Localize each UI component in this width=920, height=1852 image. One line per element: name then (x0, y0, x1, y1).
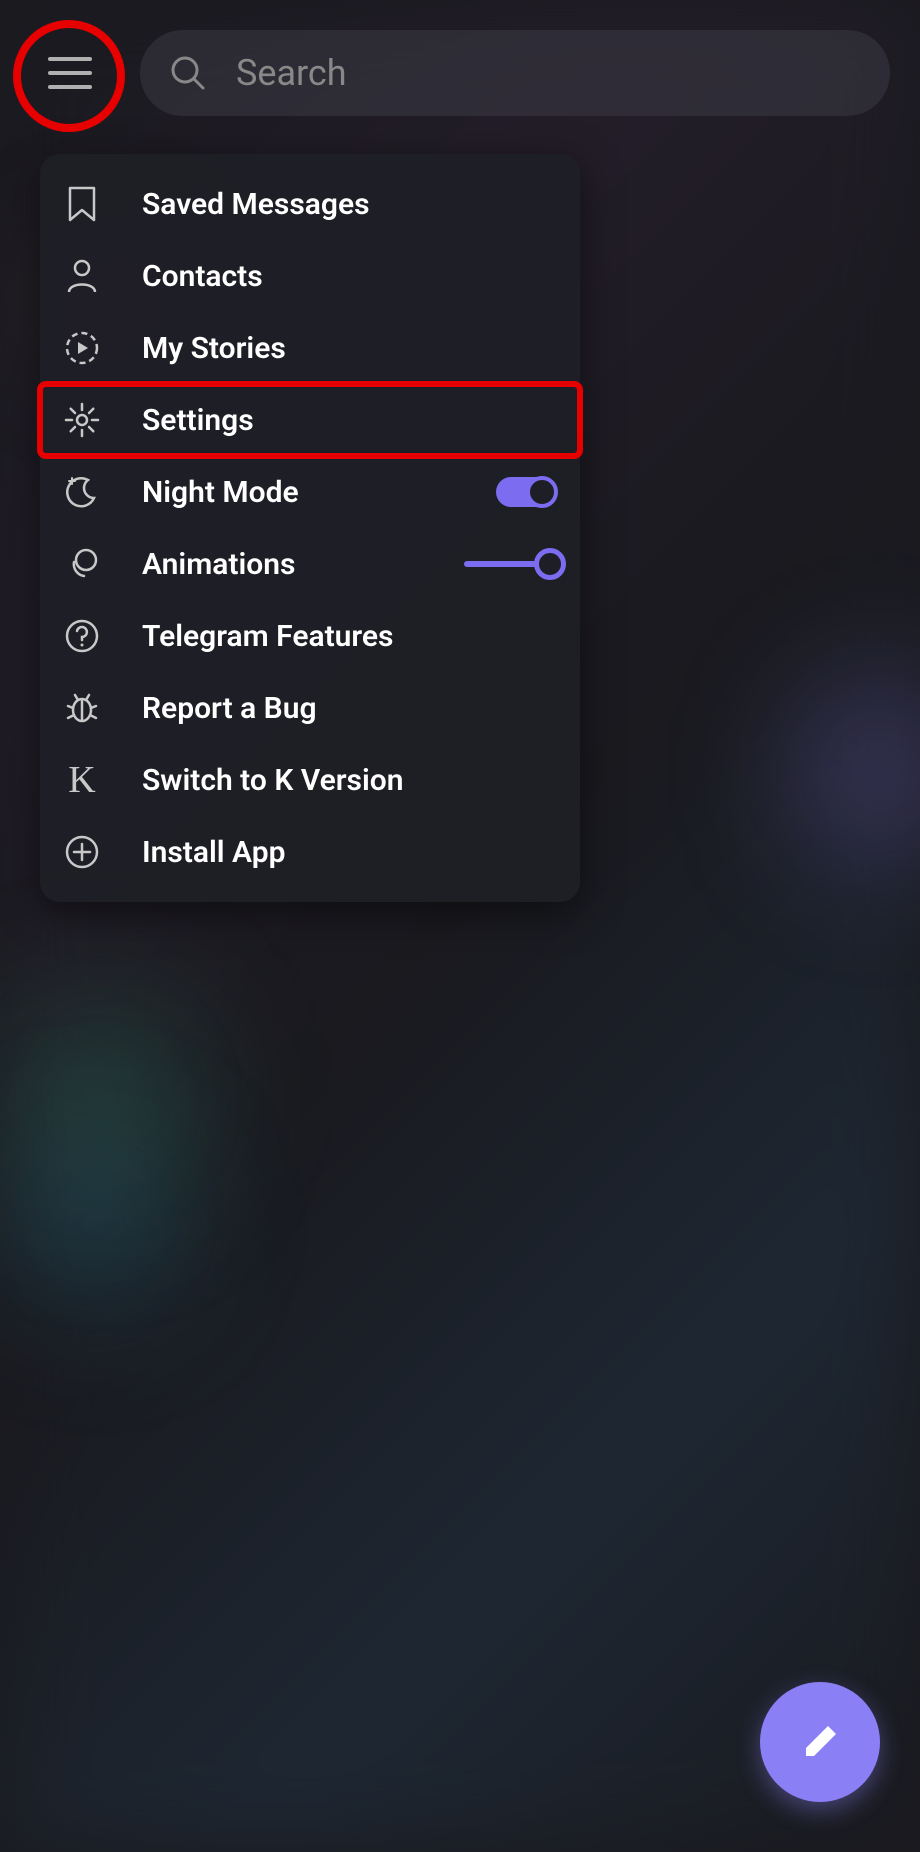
animations-slider[interactable] (464, 561, 552, 567)
menu-label: Settings (142, 403, 556, 438)
menu-item-night-mode[interactable]: Night Mode (40, 456, 580, 528)
main-menu-panel: Saved Messages Contacts My Stories Setti… (40, 154, 580, 902)
hamburger-icon (48, 55, 92, 91)
menu-label: Night Mode (142, 475, 454, 510)
pencil-icon (796, 1718, 844, 1766)
k-icon: K (64, 762, 100, 798)
search-input[interactable]: Search (140, 30, 890, 116)
background-blob (0, 1100, 220, 1350)
menu-label: Report a Bug (142, 691, 556, 726)
menu-item-saved-messages[interactable]: Saved Messages (40, 168, 580, 240)
plus-circle-icon (64, 834, 100, 870)
compose-fab-button[interactable] (760, 1682, 880, 1802)
menu-label: Animations (142, 547, 422, 582)
help-icon (64, 618, 100, 654)
night-mode-toggle[interactable] (496, 477, 556, 507)
menu-label: My Stories (142, 331, 556, 366)
bookmark-icon (64, 186, 100, 222)
menu-label: Install App (142, 835, 556, 870)
background-blob (780, 620, 920, 920)
moon-icon (64, 474, 100, 510)
menu-item-switch-k[interactable]: K Switch to K Version (40, 744, 580, 816)
menu-label: Switch to K Version (142, 763, 556, 798)
menu-item-install-app[interactable]: Install App (40, 816, 580, 888)
header: Search (0, 0, 920, 146)
menu-label: Contacts (142, 259, 556, 294)
menu-label: Saved Messages (142, 187, 556, 222)
animation-icon (64, 546, 100, 582)
gear-icon (64, 402, 100, 438)
menu-item-settings[interactable]: Settings (40, 384, 580, 456)
person-icon (64, 258, 100, 294)
menu-item-report-bug[interactable]: Report a Bug (40, 672, 580, 744)
menu-label: Telegram Features (142, 619, 556, 654)
stories-icon (64, 330, 100, 366)
search-placeholder: Search (236, 52, 347, 94)
search-icon (170, 55, 206, 91)
menu-item-animations[interactable]: Animations (40, 528, 580, 600)
menu-item-contacts[interactable]: Contacts (40, 240, 580, 312)
menu-item-telegram-features[interactable]: Telegram Features (40, 600, 580, 672)
hamburger-menu-button[interactable] (30, 33, 110, 113)
bug-icon (64, 690, 100, 726)
menu-item-my-stories[interactable]: My Stories (40, 312, 580, 384)
